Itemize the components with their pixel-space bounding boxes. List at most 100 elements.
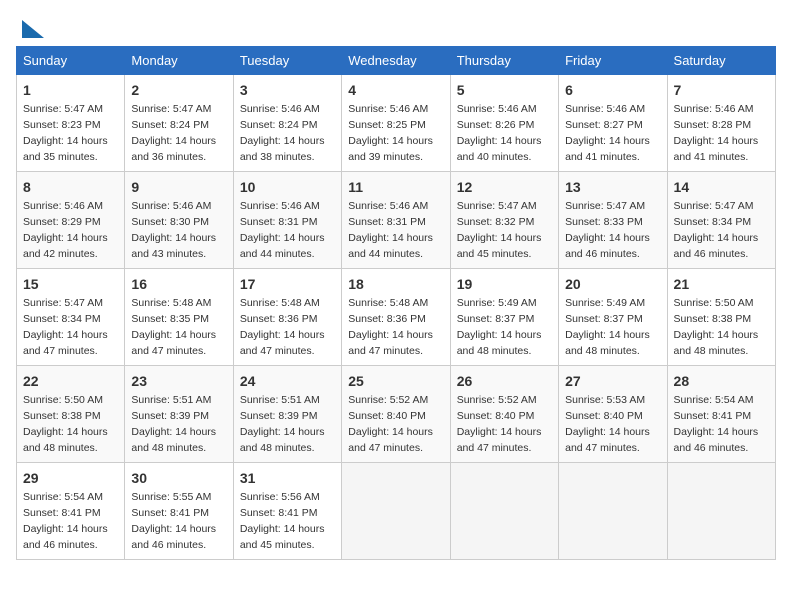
calendar-day-empty bbox=[559, 463, 667, 560]
day-sunset: Sunset: 8:35 PM bbox=[131, 313, 209, 325]
weekday-header-wednesday: Wednesday bbox=[342, 47, 450, 75]
day-sunrise: Sunrise: 5:49 AM bbox=[457, 297, 537, 309]
day-number: 17 bbox=[240, 274, 335, 294]
day-sunset: Sunset: 8:25 PM bbox=[348, 119, 426, 131]
day-sunset: Sunset: 8:41 PM bbox=[131, 507, 209, 519]
day-number: 14 bbox=[674, 177, 769, 197]
day-daylight: Daylight: 14 hours and 48 minutes. bbox=[240, 426, 325, 454]
calendar-week-4: 22 Sunrise: 5:50 AM Sunset: 8:38 PM Dayl… bbox=[17, 366, 776, 463]
day-number: 13 bbox=[565, 177, 660, 197]
calendar-day-17: 17 Sunrise: 5:48 AM Sunset: 8:36 PM Dayl… bbox=[233, 269, 341, 366]
day-daylight: Daylight: 14 hours and 48 minutes. bbox=[565, 329, 650, 357]
calendar-day-4: 4 Sunrise: 5:46 AM Sunset: 8:25 PM Dayli… bbox=[342, 75, 450, 172]
day-sunrise: Sunrise: 5:47 AM bbox=[23, 103, 103, 115]
calendar-day-3: 3 Sunrise: 5:46 AM Sunset: 8:24 PM Dayli… bbox=[233, 75, 341, 172]
day-number: 28 bbox=[674, 371, 769, 391]
weekday-header-friday: Friday bbox=[559, 47, 667, 75]
weekday-header-thursday: Thursday bbox=[450, 47, 558, 75]
day-sunset: Sunset: 8:24 PM bbox=[240, 119, 318, 131]
day-daylight: Daylight: 14 hours and 39 minutes. bbox=[348, 135, 433, 163]
day-daylight: Daylight: 14 hours and 47 minutes. bbox=[565, 426, 650, 454]
day-sunset: Sunset: 8:39 PM bbox=[240, 410, 318, 422]
day-sunset: Sunset: 8:29 PM bbox=[23, 216, 101, 228]
weekday-header-saturday: Saturday bbox=[667, 47, 775, 75]
day-number: 29 bbox=[23, 468, 118, 488]
calendar-day-10: 10 Sunrise: 5:46 AM Sunset: 8:31 PM Dayl… bbox=[233, 172, 341, 269]
day-daylight: Daylight: 14 hours and 38 minutes. bbox=[240, 135, 325, 163]
day-sunrise: Sunrise: 5:46 AM bbox=[348, 103, 428, 115]
day-sunrise: Sunrise: 5:47 AM bbox=[674, 200, 754, 212]
day-number: 31 bbox=[240, 468, 335, 488]
calendar-day-22: 22 Sunrise: 5:50 AM Sunset: 8:38 PM Dayl… bbox=[17, 366, 125, 463]
day-daylight: Daylight: 14 hours and 36 minutes. bbox=[131, 135, 216, 163]
calendar-day-7: 7 Sunrise: 5:46 AM Sunset: 8:28 PM Dayli… bbox=[667, 75, 775, 172]
calendar-day-empty bbox=[342, 463, 450, 560]
day-daylight: Daylight: 14 hours and 35 minutes. bbox=[23, 135, 108, 163]
calendar-day-6: 6 Sunrise: 5:46 AM Sunset: 8:27 PM Dayli… bbox=[559, 75, 667, 172]
calendar-day-19: 19 Sunrise: 5:49 AM Sunset: 8:37 PM Dayl… bbox=[450, 269, 558, 366]
weekday-header-row: SundayMondayTuesdayWednesdayThursdayFrid… bbox=[17, 47, 776, 75]
day-sunrise: Sunrise: 5:48 AM bbox=[131, 297, 211, 309]
calendar-day-8: 8 Sunrise: 5:46 AM Sunset: 8:29 PM Dayli… bbox=[17, 172, 125, 269]
weekday-header-tuesday: Tuesday bbox=[233, 47, 341, 75]
day-number: 15 bbox=[23, 274, 118, 294]
day-daylight: Daylight: 14 hours and 41 minutes. bbox=[674, 135, 759, 163]
calendar-day-12: 12 Sunrise: 5:47 AM Sunset: 8:32 PM Dayl… bbox=[450, 172, 558, 269]
day-sunset: Sunset: 8:31 PM bbox=[240, 216, 318, 228]
logo bbox=[16, 16, 44, 38]
day-sunset: Sunset: 8:33 PM bbox=[565, 216, 643, 228]
day-sunset: Sunset: 8:34 PM bbox=[23, 313, 101, 325]
calendar-day-5: 5 Sunrise: 5:46 AM Sunset: 8:26 PM Dayli… bbox=[450, 75, 558, 172]
page-header bbox=[16, 16, 776, 38]
calendar-day-2: 2 Sunrise: 5:47 AM Sunset: 8:24 PM Dayli… bbox=[125, 75, 233, 172]
day-sunset: Sunset: 8:34 PM bbox=[674, 216, 752, 228]
day-number: 25 bbox=[348, 371, 443, 391]
day-sunrise: Sunrise: 5:51 AM bbox=[240, 394, 320, 406]
calendar-day-30: 30 Sunrise: 5:55 AM Sunset: 8:41 PM Dayl… bbox=[125, 463, 233, 560]
day-number: 30 bbox=[131, 468, 226, 488]
day-daylight: Daylight: 14 hours and 48 minutes. bbox=[23, 426, 108, 454]
day-number: 16 bbox=[131, 274, 226, 294]
day-daylight: Daylight: 14 hours and 48 minutes. bbox=[674, 329, 759, 357]
calendar-day-9: 9 Sunrise: 5:46 AM Sunset: 8:30 PM Dayli… bbox=[125, 172, 233, 269]
day-sunrise: Sunrise: 5:48 AM bbox=[240, 297, 320, 309]
calendar-week-3: 15 Sunrise: 5:47 AM Sunset: 8:34 PM Dayl… bbox=[17, 269, 776, 366]
day-daylight: Daylight: 14 hours and 45 minutes. bbox=[457, 232, 542, 260]
day-sunrise: Sunrise: 5:50 AM bbox=[674, 297, 754, 309]
calendar-day-31: 31 Sunrise: 5:56 AM Sunset: 8:41 PM Dayl… bbox=[233, 463, 341, 560]
day-daylight: Daylight: 14 hours and 46 minutes. bbox=[674, 232, 759, 260]
day-number: 1 bbox=[23, 80, 118, 100]
day-number: 18 bbox=[348, 274, 443, 294]
day-number: 23 bbox=[131, 371, 226, 391]
calendar-day-14: 14 Sunrise: 5:47 AM Sunset: 8:34 PM Dayl… bbox=[667, 172, 775, 269]
day-number: 22 bbox=[23, 371, 118, 391]
day-sunset: Sunset: 8:37 PM bbox=[457, 313, 535, 325]
day-sunrise: Sunrise: 5:54 AM bbox=[674, 394, 754, 406]
day-daylight: Daylight: 14 hours and 46 minutes. bbox=[674, 426, 759, 454]
calendar-day-1: 1 Sunrise: 5:47 AM Sunset: 8:23 PM Dayli… bbox=[17, 75, 125, 172]
day-number: 26 bbox=[457, 371, 552, 391]
day-sunrise: Sunrise: 5:54 AM bbox=[23, 491, 103, 503]
day-sunset: Sunset: 8:24 PM bbox=[131, 119, 209, 131]
day-sunset: Sunset: 8:41 PM bbox=[23, 507, 101, 519]
day-sunset: Sunset: 8:28 PM bbox=[674, 119, 752, 131]
day-sunrise: Sunrise: 5:46 AM bbox=[457, 103, 537, 115]
day-number: 12 bbox=[457, 177, 552, 197]
calendar-day-24: 24 Sunrise: 5:51 AM Sunset: 8:39 PM Dayl… bbox=[233, 366, 341, 463]
weekday-header-monday: Monday bbox=[125, 47, 233, 75]
day-sunset: Sunset: 8:38 PM bbox=[23, 410, 101, 422]
calendar-day-empty bbox=[667, 463, 775, 560]
calendar-day-29: 29 Sunrise: 5:54 AM Sunset: 8:41 PM Dayl… bbox=[17, 463, 125, 560]
day-sunrise: Sunrise: 5:47 AM bbox=[457, 200, 537, 212]
day-daylight: Daylight: 14 hours and 47 minutes. bbox=[348, 426, 433, 454]
day-daylight: Daylight: 14 hours and 46 minutes. bbox=[23, 523, 108, 551]
day-sunset: Sunset: 8:27 PM bbox=[565, 119, 643, 131]
day-sunset: Sunset: 8:40 PM bbox=[348, 410, 426, 422]
calendar-day-28: 28 Sunrise: 5:54 AM Sunset: 8:41 PM Dayl… bbox=[667, 366, 775, 463]
calendar-day-27: 27 Sunrise: 5:53 AM Sunset: 8:40 PM Dayl… bbox=[559, 366, 667, 463]
day-number: 2 bbox=[131, 80, 226, 100]
calendar-day-16: 16 Sunrise: 5:48 AM Sunset: 8:35 PM Dayl… bbox=[125, 269, 233, 366]
day-sunset: Sunset: 8:41 PM bbox=[674, 410, 752, 422]
calendar-day-empty bbox=[450, 463, 558, 560]
day-number: 19 bbox=[457, 274, 552, 294]
